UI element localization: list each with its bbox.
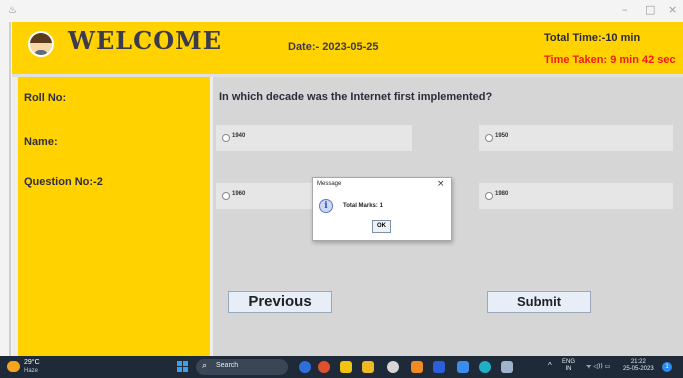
word-icon[interactable] [433, 361, 445, 373]
weather-condition[interactable]: Haze [24, 368, 38, 374]
option-1[interactable]: 1940 [216, 125, 412, 151]
tray-overflow-icon[interactable]: ^ [548, 362, 552, 370]
welcome-title: WELCOME [68, 26, 222, 55]
window-frame-left [0, 22, 12, 356]
sticky-notes-icon[interactable] [340, 361, 352, 373]
widgets-icon[interactable] [299, 361, 311, 373]
previous-button[interactable]: Previous [228, 291, 332, 313]
maximize-button[interactable]: □ [645, 3, 655, 16]
header-bar: WELCOME Date:- 2023-05-25 Total Time:-10… [12, 22, 683, 74]
search-placeholder: Search [216, 362, 239, 369]
language-indicator[interactable]: ENG IN [562, 359, 575, 373]
edge-icon[interactable] [479, 361, 491, 373]
search-icon: ⌕ [202, 361, 208, 371]
start-windows-icon[interactable] [177, 361, 189, 373]
taskbar: 29°C Haze ⌕ Search ^ ENG IN ᯤ ◁)) ▭ 21:2… [0, 356, 683, 378]
clock[interactable]: 21:22 25-05-2023 [623, 359, 654, 373]
mail-icon[interactable] [457, 361, 469, 373]
dialog-close-button[interactable]: × [437, 179, 445, 189]
radio-button-icon[interactable] [485, 192, 493, 200]
system-tray-icons[interactable]: ᯤ ◁)) ▭ [586, 363, 610, 370]
region-code: IN [565, 366, 572, 372]
minimize-button[interactable]: – [622, 3, 628, 16]
radio-button-icon[interactable] [222, 134, 230, 142]
notification-badge[interactable]: 1 [662, 362, 672, 372]
roll-no-label: Roll No: [24, 92, 67, 104]
exam-date: Date:- 2023-05-25 [288, 41, 379, 53]
java-app-icon: ♨ [8, 5, 17, 16]
question-text: In which decade was the Internet first i… [219, 91, 493, 103]
media-player-icon[interactable] [387, 361, 399, 373]
option-4[interactable]: 1980 [479, 183, 673, 209]
student-info-sidebar: Roll No: Name: Question No:-2 [18, 77, 210, 356]
question-no-label: Question No:-2 [24, 176, 103, 188]
weather-temperature[interactable]: 29°C [24, 359, 40, 366]
option-2-label: 1950 [495, 133, 509, 139]
info-icon: i [319, 199, 333, 213]
option-4-label: 1980 [495, 191, 509, 197]
clock-date: 25-05-2023 [623, 366, 654, 372]
language-code: ENG [562, 359, 576, 365]
time-taken: Time Taken: 9 min 42 sec [544, 54, 676, 66]
message-dialog: Message × i Total Marks: 1 OK [312, 177, 452, 241]
total-time: Total Time:-10 min [544, 32, 641, 44]
dialog-message: Total Marks: 1 [343, 203, 383, 209]
user-avatar-icon [28, 31, 54, 57]
dialog-title: Message [317, 181, 342, 187]
name-label: Name: [24, 136, 58, 148]
radio-button-icon[interactable] [485, 134, 493, 142]
close-window-button[interactable]: × [668, 3, 677, 16]
submit-button[interactable]: Submit [487, 291, 591, 313]
file-explorer-icon[interactable] [362, 361, 374, 373]
weather-icon[interactable] [7, 361, 20, 372]
chrome-icon[interactable] [318, 361, 330, 373]
ok-button[interactable]: OK [372, 220, 391, 233]
radio-button-icon[interactable] [222, 192, 230, 200]
taskbar-search[interactable]: ⌕ Search [196, 359, 288, 375]
window-titlebar: ♨ – □ × [0, 0, 683, 22]
java-app-taskbar-icon[interactable] [501, 361, 513, 373]
clock-time: 21:22 [630, 359, 646, 365]
office-icon[interactable] [411, 361, 423, 373]
option-1-label: 1940 [232, 133, 246, 139]
option-2[interactable]: 1950 [479, 125, 673, 151]
option-3-label: 1960 [232, 191, 246, 197]
